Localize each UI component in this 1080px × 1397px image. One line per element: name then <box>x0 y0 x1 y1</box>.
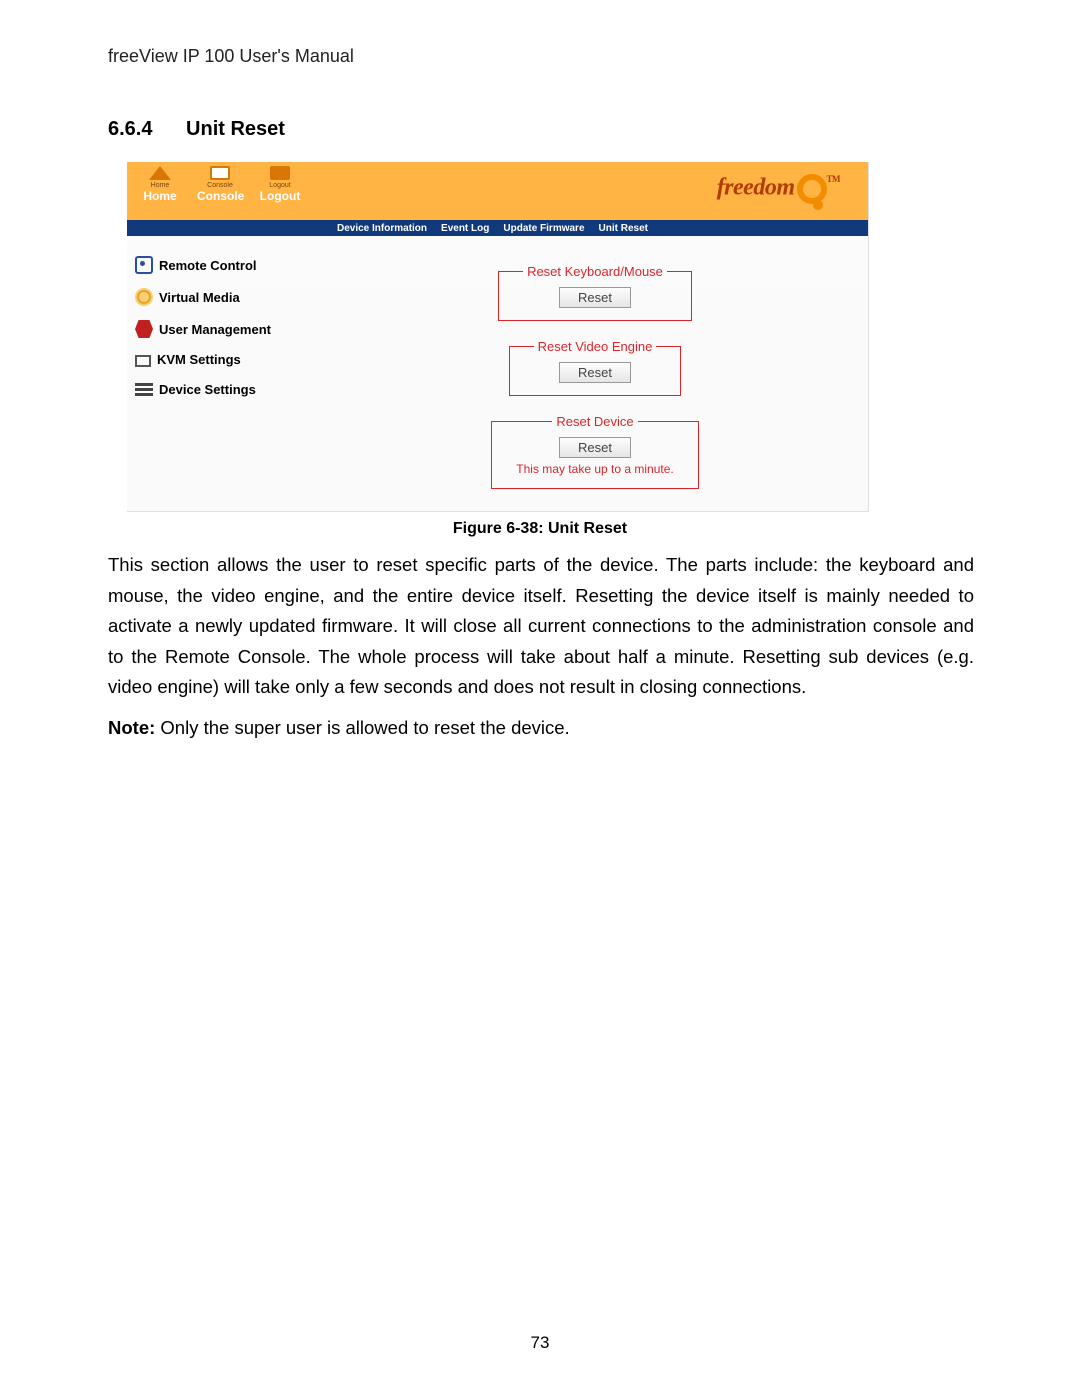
running-header: freeView IP 100 User's Manual <box>108 46 354 67</box>
home-icon <box>149 166 171 180</box>
brand-nine-icon <box>797 174 827 204</box>
virtual-media-icon <box>135 288 153 306</box>
nav-home-small: Home <box>137 182 183 189</box>
sidebar-item-label: Remote Control <box>159 258 257 273</box>
sidebar-item-label: Virtual Media <box>159 290 240 305</box>
figure-caption: Figure 6-38: Unit Reset <box>0 520 1080 538</box>
logout-icon <box>270 166 290 180</box>
sidebar-item-user-management[interactable]: User Management <box>135 320 314 338</box>
section-title: Unit Reset <box>186 118 285 140</box>
note-label: Note: <box>108 717 155 738</box>
brand-logo: freedom TM <box>717 174 840 204</box>
body-paragraph: This section allows the user to reset sp… <box>108 550 974 703</box>
remote-control-icon <box>135 256 153 274</box>
note-paragraph: Note: Only the super user is allowed to … <box>108 713 974 744</box>
header-bar: Home Home Console Console Logout Logout … <box>127 162 868 220</box>
section-number: 6.6.4 <box>108 118 152 140</box>
nav-logout[interactable]: Logout Logout <box>257 166 303 203</box>
reset-device-legend: Reset Device <box>552 414 637 429</box>
nav-console[interactable]: Console Console <box>197 166 243 203</box>
reset-keyboard-mouse-legend: Reset Keyboard/Mouse <box>523 264 667 279</box>
kvm-settings-icon <box>135 355 151 367</box>
note-text: Only the super user is allowed to reset … <box>155 717 569 738</box>
brand-text: freedom <box>717 175 795 201</box>
subnav-device-information[interactable]: Device Information <box>337 223 427 234</box>
nav-logout-label: Logout <box>257 189 303 203</box>
sidebar-item-label: Device Settings <box>159 382 256 397</box>
sidebar: Remote Control Virtual Media User Manage… <box>127 236 322 511</box>
console-icon <box>210 166 230 180</box>
device-settings-icon <box>135 383 153 397</box>
reset-video-engine-legend: Reset Video Engine <box>534 339 657 354</box>
nav-logout-small: Logout <box>257 182 303 189</box>
sidebar-item-label: KVM Settings <box>157 352 241 367</box>
nav-console-label: Console <box>197 189 243 203</box>
brand-tm: TM <box>827 174 841 184</box>
subnav-update-firmware[interactable]: Update Firmware <box>503 223 584 234</box>
content-pane: Reset Keyboard/Mouse Reset Reset Video E… <box>322 236 868 511</box>
reset-video-engine-button[interactable]: Reset <box>559 362 631 383</box>
figure-unit-reset: Home Home Console Console Logout Logout … <box>127 162 869 512</box>
sidebar-item-virtual-media[interactable]: Virtual Media <box>135 288 314 306</box>
reset-device-warning: This may take up to a minute. <box>516 462 673 476</box>
section-heading: 6.6.4 Unit Reset <box>108 118 285 141</box>
sidebar-item-kvm-settings[interactable]: KVM Settings <box>135 352 314 367</box>
subnav-event-log[interactable]: Event Log <box>441 223 489 234</box>
reset-keyboard-mouse-button[interactable]: Reset <box>559 287 631 308</box>
reset-device-group: Reset Device Reset This may take up to a… <box>491 414 698 489</box>
sidebar-item-device-settings[interactable]: Device Settings <box>135 381 314 397</box>
body-text: This section allows the user to reset sp… <box>108 550 974 753</box>
nav-home[interactable]: Home Home <box>137 166 183 203</box>
subnav-unit-reset[interactable]: Unit Reset <box>599 223 648 234</box>
reset-keyboard-mouse-group: Reset Keyboard/Mouse Reset <box>498 264 692 321</box>
reset-video-engine-group: Reset Video Engine Reset <box>509 339 682 396</box>
reset-device-button[interactable]: Reset <box>559 437 631 458</box>
page-number: 73 <box>0 1333 1080 1353</box>
sub-nav: Device Information Event Log Update Firm… <box>127 220 868 236</box>
user-management-icon <box>135 320 153 338</box>
sidebar-item-remote-control[interactable]: Remote Control <box>135 256 314 274</box>
nav-console-small: Console <box>197 182 243 189</box>
nav-home-label: Home <box>137 189 183 203</box>
sidebar-item-label: User Management <box>159 322 271 337</box>
top-nav: Home Home Console Console Logout Logout <box>137 166 303 203</box>
